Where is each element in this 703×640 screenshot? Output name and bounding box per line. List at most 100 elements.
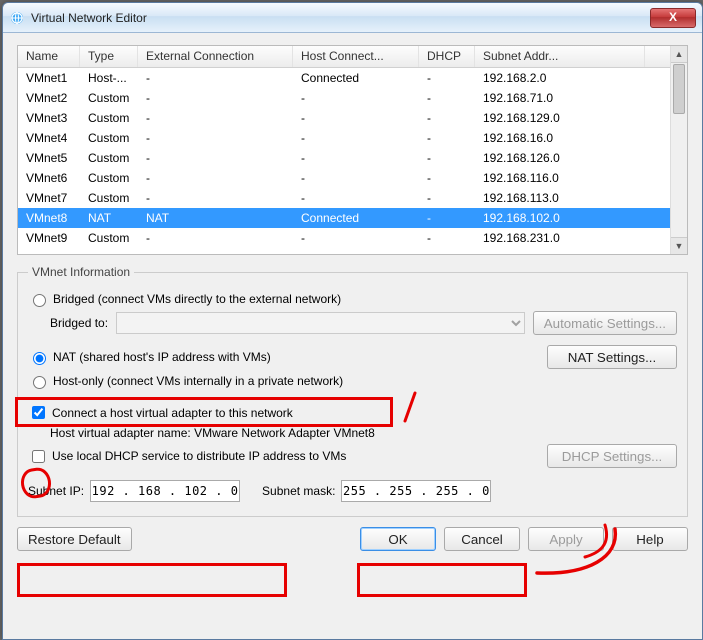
- vmnet-info-group: VMnet Information Bridged (connect VMs d…: [17, 265, 688, 517]
- table-cell: -: [293, 228, 419, 248]
- bridged-radio[interactable]: [33, 294, 46, 307]
- table-row[interactable]: VMnet4Custom---192.168.16.0: [18, 128, 687, 148]
- table-cell: -: [419, 228, 475, 248]
- nat-radio-label[interactable]: NAT (shared host's IP address with VMs): [28, 349, 547, 365]
- table-cell: -: [419, 148, 475, 168]
- table-cell: 192.168.116.0: [475, 168, 645, 188]
- subnet-ip-input[interactable]: 192 . 168 . 102 . 0: [90, 480, 240, 502]
- col-host[interactable]: Host Connect...: [293, 46, 419, 67]
- connect-adapter-label[interactable]: Connect a host virtual adapter to this n…: [28, 403, 293, 422]
- table-cell: Custom: [80, 168, 138, 188]
- table-cell: 192.168.113.0: [475, 188, 645, 208]
- close-button[interactable]: X: [650, 8, 696, 28]
- annotation-subnet-mask-box: [357, 563, 527, 597]
- window: Virtual Network Editor X Name Type Exter…: [2, 2, 703, 640]
- table-cell: 192.168.231.0: [475, 228, 645, 248]
- table-cell: VMnet8: [18, 208, 80, 228]
- table-cell: VMnet1: [18, 68, 80, 88]
- table-cell: -: [293, 108, 419, 128]
- table-cell: -: [138, 148, 293, 168]
- table-row[interactable]: VMnet7Custom---192.168.113.0: [18, 188, 687, 208]
- dialog-buttons: Restore Default OK Cancel Apply Help: [17, 517, 688, 555]
- table-cell: -: [138, 188, 293, 208]
- adapter-name-text: Host virtual adapter name: VMware Networ…: [50, 426, 375, 440]
- table-cell: Custom: [80, 228, 138, 248]
- bridged-text: Bridged (connect VMs directly to the ext…: [53, 292, 341, 306]
- table-cell: -: [138, 68, 293, 88]
- hostonly-radio-label[interactable]: Host-only (connect VMs internally in a p…: [28, 373, 343, 389]
- table-cell: Custom: [80, 108, 138, 128]
- table-row[interactable]: VMnet8NATNATConnected-192.168.102.0: [18, 208, 687, 228]
- network-table[interactable]: Name Type External Connection Host Conne…: [17, 45, 688, 255]
- bridged-to-dropdown[interactable]: [116, 312, 525, 334]
- automatic-settings-button[interactable]: Automatic Settings...: [533, 311, 677, 335]
- table-header-row[interactable]: Name Type External Connection Host Conne…: [18, 46, 687, 68]
- table-cell: -: [419, 88, 475, 108]
- table-row[interactable]: VMnet6Custom---192.168.116.0: [18, 168, 687, 188]
- hostonly-radio[interactable]: [33, 376, 46, 389]
- table-cell: -: [293, 88, 419, 108]
- table-cell: -: [138, 88, 293, 108]
- table-cell: -: [293, 128, 419, 148]
- col-dhcp[interactable]: DHCP: [419, 46, 475, 67]
- table-row[interactable]: VMnet1Host-...-Connected-192.168.2.0: [18, 68, 687, 88]
- hostonly-text: Host-only (connect VMs internally in a p…: [53, 374, 343, 388]
- content: Name Type External Connection Host Conne…: [3, 33, 702, 639]
- table-cell: 192.168.71.0: [475, 88, 645, 108]
- table-row[interactable]: VMnet3Custom---192.168.129.0: [18, 108, 687, 128]
- table-cell: VMnet6: [18, 168, 80, 188]
- nat-settings-button[interactable]: NAT Settings...: [547, 345, 677, 369]
- col-name[interactable]: Name: [18, 46, 80, 67]
- table-cell: 192.168.129.0: [475, 108, 645, 128]
- table-row[interactable]: VMnet5Custom---192.168.126.0: [18, 148, 687, 168]
- restore-default-button[interactable]: Restore Default: [17, 527, 132, 551]
- table-cell: -: [138, 228, 293, 248]
- scroll-up-icon[interactable]: ▲: [671, 46, 687, 63]
- dhcp-settings-button[interactable]: DHCP Settings...: [547, 444, 677, 468]
- table-cell: VMnet5: [18, 148, 80, 168]
- connect-adapter-checkbox[interactable]: [32, 406, 45, 419]
- scroll-down-icon[interactable]: ▼: [671, 237, 687, 254]
- table-row[interactable]: VMnet2Custom---192.168.71.0: [18, 88, 687, 108]
- table-cell: -: [138, 128, 293, 148]
- table-cell: -: [293, 168, 419, 188]
- col-ext[interactable]: External Connection: [138, 46, 293, 67]
- dhcp-checkbox[interactable]: [32, 450, 45, 463]
- table-cell: VMnet7: [18, 188, 80, 208]
- bridged-to-label: Bridged to:: [50, 316, 108, 330]
- nat-radio[interactable]: [33, 352, 46, 365]
- col-type[interactable]: Type: [80, 46, 138, 67]
- table-cell: Custom: [80, 188, 138, 208]
- table-scrollbar[interactable]: ▲ ▼: [670, 46, 687, 254]
- vmnet-info-legend: VMnet Information: [28, 265, 134, 279]
- apply-button[interactable]: Apply: [528, 527, 604, 551]
- cancel-button[interactable]: Cancel: [444, 527, 520, 551]
- titlebar[interactable]: Virtual Network Editor X: [3, 3, 702, 33]
- col-subnet[interactable]: Subnet Addr...: [475, 46, 645, 67]
- dhcp-text: Use local DHCP service to distribute IP …: [52, 449, 346, 463]
- table-cell: -: [419, 208, 475, 228]
- table-cell: VMnet3: [18, 108, 80, 128]
- table-cell: -: [419, 108, 475, 128]
- table-cell: NAT: [80, 208, 138, 228]
- table-cell: -: [138, 108, 293, 128]
- table-cell: -: [293, 188, 419, 208]
- table-cell: Connected: [293, 208, 419, 228]
- subnet-mask-input[interactable]: 255 . 255 . 255 . 0: [341, 480, 491, 502]
- app-icon: [9, 10, 25, 26]
- bridged-radio-label[interactable]: Bridged (connect VMs directly to the ext…: [28, 291, 341, 307]
- scroll-thumb[interactable]: [673, 64, 685, 114]
- table-cell: 192.168.16.0: [475, 128, 645, 148]
- help-button[interactable]: Help: [612, 527, 688, 551]
- table-cell: -: [419, 128, 475, 148]
- ok-button[interactable]: OK: [360, 527, 436, 551]
- table-cell: VMnet9: [18, 228, 80, 248]
- table-cell: Host-...: [80, 68, 138, 88]
- dhcp-label[interactable]: Use local DHCP service to distribute IP …: [28, 447, 547, 466]
- table-cell: 192.168.2.0: [475, 68, 645, 88]
- table-cell: -: [419, 188, 475, 208]
- table-row[interactable]: VMnet9Custom---192.168.231.0: [18, 228, 687, 248]
- table-cell: -: [419, 168, 475, 188]
- table-cell: Connected: [293, 68, 419, 88]
- table-cell: Custom: [80, 88, 138, 108]
